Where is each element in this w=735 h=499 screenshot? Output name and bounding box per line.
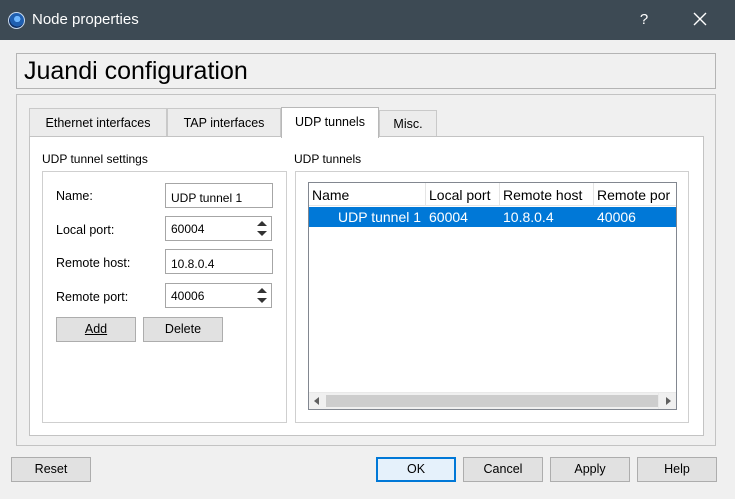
remote-port-spinbox[interactable]: 40006	[165, 283, 272, 308]
local-port-stepper[interactable]	[254, 217, 271, 240]
table-header: Name Local port Remote host Remote por	[309, 183, 676, 206]
remote-port-label: Remote port:	[56, 290, 129, 304]
tab-udp-tunnels[interactable]: UDP tunnels	[281, 107, 379, 138]
spin-up-icon[interactable]	[257, 221, 267, 226]
reset-button[interactable]: Reset	[11, 457, 91, 482]
column-header-remote-port[interactable]: Remote por	[594, 183, 676, 206]
column-header-local-port[interactable]: Local port	[426, 183, 500, 206]
spin-down-icon[interactable]	[257, 231, 267, 236]
help-button[interactable]: Help	[637, 457, 717, 482]
config-title: Juandi configuration	[16, 53, 716, 89]
apply-button[interactable]: Apply	[550, 457, 630, 482]
local-port-value: 60004	[171, 222, 205, 236]
tab-tap-interfaces[interactable]: TAP interfaces	[167, 108, 281, 137]
remote-port-value: 40006	[171, 289, 205, 303]
cell-name: UDP tunnel 1	[338, 209, 422, 225]
app-logo-icon	[8, 12, 25, 29]
cancel-button[interactable]: Cancel	[463, 457, 543, 482]
scroll-right-icon[interactable]	[666, 397, 671, 405]
local-port-label: Local port:	[56, 223, 115, 237]
cell-local-port: 60004	[429, 209, 468, 225]
close-button[interactable]	[686, 8, 714, 32]
udp-tunnels-label: UDP tunnels	[294, 152, 362, 166]
scroll-left-icon[interactable]	[314, 397, 319, 405]
local-port-spinbox[interactable]: 60004	[165, 216, 272, 241]
add-button[interactable]: Add	[56, 317, 136, 342]
help-title-button[interactable]: ?	[632, 8, 656, 32]
name-input[interactable]	[165, 183, 273, 208]
spin-up-icon[interactable]	[257, 288, 267, 293]
tab-misc[interactable]: Misc.	[379, 110, 437, 137]
scrollbar-thumb[interactable]	[326, 395, 659, 407]
column-header-remote-host[interactable]: Remote host	[500, 183, 594, 206]
table-row[interactable]: UDP tunnel 1 60004 10.8.0.4 40006	[309, 207, 676, 227]
name-label: Name:	[56, 189, 93, 203]
title-bar: Node properties ?	[0, 0, 735, 40]
scrollbar-divider	[658, 393, 659, 409]
cell-remote-host: 10.8.0.4	[503, 209, 554, 225]
remote-port-stepper[interactable]	[254, 284, 271, 307]
horizontal-scrollbar[interactable]	[309, 392, 676, 409]
spin-down-icon[interactable]	[257, 298, 267, 303]
delete-button[interactable]: Delete	[143, 317, 223, 342]
ok-button[interactable]: OK	[376, 457, 456, 482]
cell-remote-port: 40006	[597, 209, 636, 225]
remote-host-input[interactable]	[165, 249, 273, 274]
remote-host-label: Remote host:	[56, 256, 131, 270]
tab-ethernet-interfaces[interactable]: Ethernet interfaces	[29, 108, 167, 137]
udp-tunnels-table[interactable]: Name Local port Remote host Remote por U…	[308, 182, 677, 410]
column-header-name[interactable]: Name	[309, 183, 426, 206]
window-title: Node properties	[32, 11, 139, 28]
close-icon	[693, 12, 707, 26]
udp-tunnel-settings-label: UDP tunnel settings	[42, 152, 148, 166]
